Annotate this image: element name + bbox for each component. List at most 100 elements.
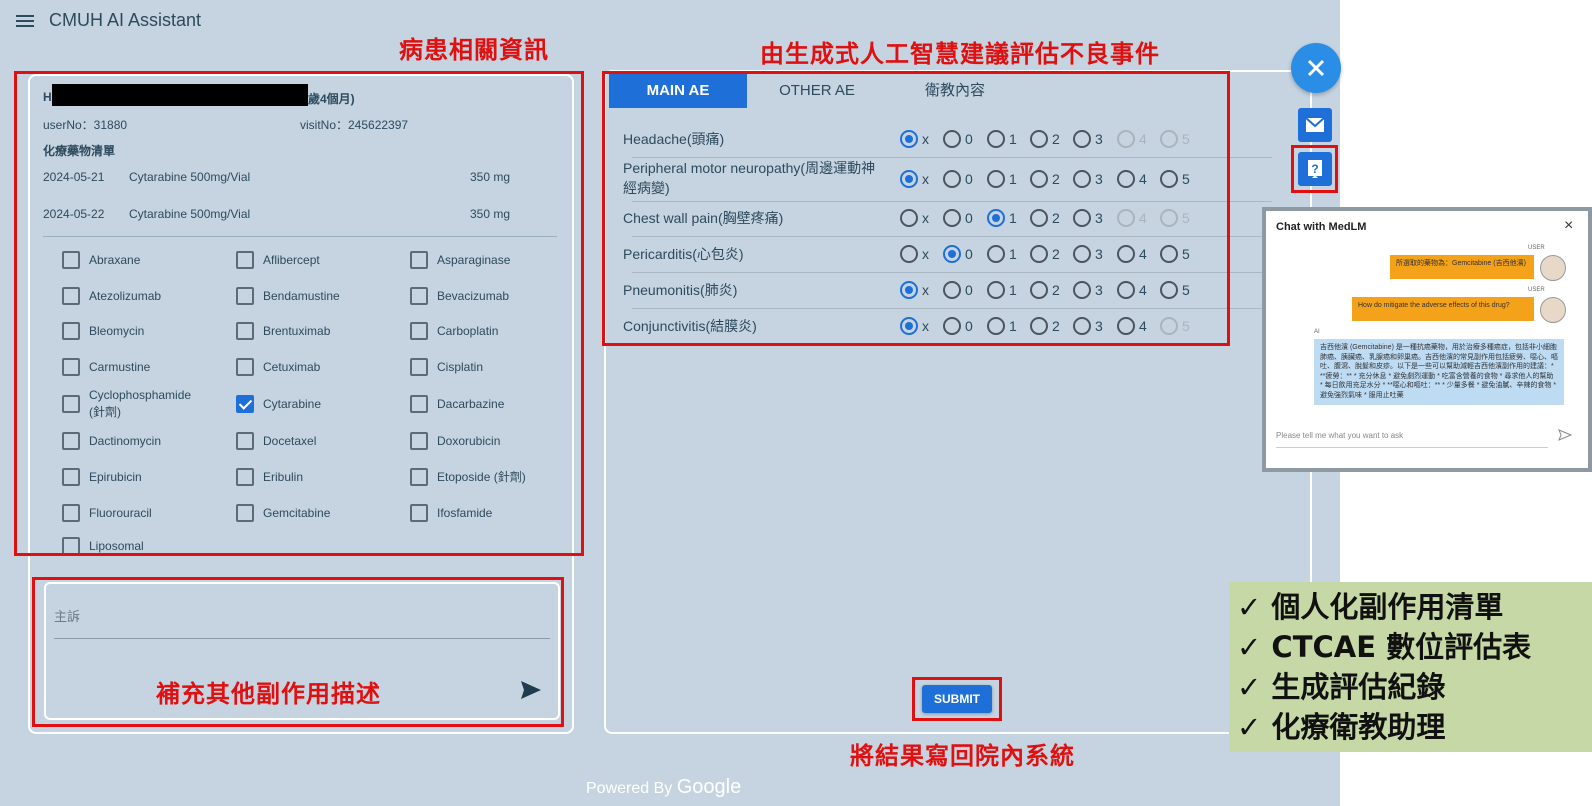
drug-checkbox[interactable] — [62, 287, 80, 305]
drug-checkbox[interactable] — [410, 504, 428, 522]
grade-radio[interactable] — [1073, 130, 1091, 148]
grade-radio[interactable] — [900, 317, 918, 335]
grade-radio[interactable] — [1073, 281, 1091, 299]
drug-checkbox[interactable] — [410, 432, 428, 450]
drug-checkbox[interactable] — [236, 358, 254, 376]
drug-label: Cetuximab — [263, 360, 321, 374]
grade-radio[interactable] — [1030, 130, 1048, 148]
grade-radio[interactable] — [943, 170, 961, 188]
grade-radio[interactable] — [1073, 170, 1091, 188]
drug-checkbox[interactable] — [410, 395, 428, 413]
annotation-genai-ae: 由生成式人工智慧建議評估不良事件 — [760, 40, 1160, 68]
drug-checkbox[interactable] — [62, 432, 80, 450]
grade-label: x — [922, 318, 929, 334]
menu-icon[interactable] — [16, 12, 34, 28]
drug-checkbox[interactable] — [410, 287, 428, 305]
grade-label: 5 — [1182, 210, 1190, 226]
drug-checkbox[interactable] — [62, 358, 80, 376]
drug-label: Docetaxel — [263, 434, 317, 448]
grade-radio[interactable] — [900, 245, 918, 263]
tab-education[interactable]: 衛教內容 — [895, 74, 1015, 108]
drug-checkbox[interactable] — [236, 395, 254, 413]
tab-main-ae[interactable]: MAIN AE — [609, 74, 747, 108]
grade-label: 1 — [1009, 282, 1017, 298]
drug-checkbox[interactable] — [410, 251, 428, 269]
email-button[interactable] — [1298, 108, 1332, 142]
grade-radio[interactable] — [987, 209, 1005, 227]
grade-radio[interactable] — [987, 245, 1005, 263]
grade-radio[interactable] — [1160, 245, 1178, 263]
row-divider — [632, 201, 1272, 202]
chat-send-icon[interactable] — [1558, 429, 1572, 441]
grade-radio[interactable] — [1030, 170, 1048, 188]
drug-label: Brentuximab — [263, 324, 331, 338]
grade-radio[interactable] — [900, 209, 918, 227]
grade-radio[interactable] — [943, 245, 961, 263]
grade-radio[interactable] — [1073, 317, 1091, 335]
grade-radio[interactable] — [900, 130, 918, 148]
chat-input[interactable]: Please tell me what you want to ask — [1276, 431, 1403, 440]
drug-checkbox[interactable] — [410, 358, 428, 376]
grade-radio[interactable] — [943, 317, 961, 335]
feature-item: ✓ 化療衛教助理 — [1237, 704, 1445, 746]
grade-radio[interactable] — [1117, 170, 1135, 188]
powered-by-text: Powered By — [586, 780, 673, 797]
drug-label: Gemcitabine — [263, 506, 331, 520]
grade-radio[interactable] — [987, 170, 1005, 188]
ae-name: Headache(頭痛) — [623, 131, 725, 147]
drug-label: Cyclophosphamide (針劑) — [89, 388, 192, 419]
grade-radio[interactable] — [943, 130, 961, 148]
drug-checkbox[interactable] — [62, 537, 80, 555]
drug-checkbox[interactable] — [236, 504, 254, 522]
order-dose: 350 mg — [470, 170, 511, 184]
grade-radio[interactable] — [1117, 245, 1135, 263]
drug-label: Ifosfamide — [437, 506, 493, 520]
drug-checkbox[interactable] — [410, 468, 428, 486]
drug-checkbox[interactable] — [236, 468, 254, 486]
drug-checkbox[interactable] — [236, 251, 254, 269]
grade-radio[interactable] — [900, 170, 918, 188]
submit-button[interactable]: SUBMIT — [922, 685, 992, 713]
grade-radio — [1160, 317, 1178, 335]
grade-radio[interactable] — [1073, 245, 1091, 263]
user-message: 所選取的藥物為：Gemcitabine (吉西他濱) — [1390, 255, 1534, 279]
drug-checkbox[interactable] — [410, 322, 428, 340]
grade-label: 3 — [1095, 131, 1103, 147]
grade-radio[interactable] — [900, 281, 918, 299]
drug-checkbox[interactable] — [62, 468, 80, 486]
close-fab-button[interactable] — [1291, 43, 1341, 93]
grade-radio[interactable] — [1030, 209, 1048, 227]
user-tag: USER — [1528, 287, 1545, 293]
grade-radio[interactable] — [1030, 245, 1048, 263]
grade-label: 2 — [1052, 131, 1060, 147]
drug-label: Bendamustine — [263, 289, 340, 303]
drug-checkbox[interactable] — [62, 504, 80, 522]
grade-radio[interactable] — [943, 281, 961, 299]
send-icon[interactable] — [520, 680, 542, 700]
drug-checkbox[interactable] — [236, 322, 254, 340]
grade-radio[interactable] — [987, 317, 1005, 335]
drug-checkbox[interactable] — [62, 395, 80, 413]
drug-checkbox[interactable] — [62, 322, 80, 340]
grade-label: 1 — [1009, 171, 1017, 187]
grade-label: 2 — [1052, 282, 1060, 298]
grade-label: 0 — [965, 282, 973, 298]
grade-radio[interactable] — [1160, 170, 1178, 188]
drug-checkbox[interactable] — [236, 287, 254, 305]
drug-checkbox[interactable] — [62, 251, 80, 269]
tab-other-ae[interactable]: OTHER AE — [757, 74, 877, 108]
drug-checkbox[interactable] — [236, 432, 254, 450]
help-button[interactable]: ? — [1298, 152, 1332, 186]
grade-radio[interactable] — [1160, 281, 1178, 299]
grade-radio[interactable] — [987, 130, 1005, 148]
chat-close-icon[interactable]: × — [1564, 217, 1573, 235]
grade-radio[interactable] — [1117, 281, 1135, 299]
grade-radio[interactable] — [1073, 209, 1091, 227]
grade-radio[interactable] — [943, 209, 961, 227]
grade-radio[interactable] — [1030, 281, 1048, 299]
grade-radio[interactable] — [987, 281, 1005, 299]
grade-radio[interactable] — [1117, 317, 1135, 335]
grade-radio[interactable] — [1030, 317, 1048, 335]
app-title: CMUH AI Assistant — [49, 10, 202, 30]
ai-message: 吉西他濱 (Gemcitabine) 是一種抗癌藥物，用於治療多種癌症，包括非小… — [1314, 339, 1564, 405]
